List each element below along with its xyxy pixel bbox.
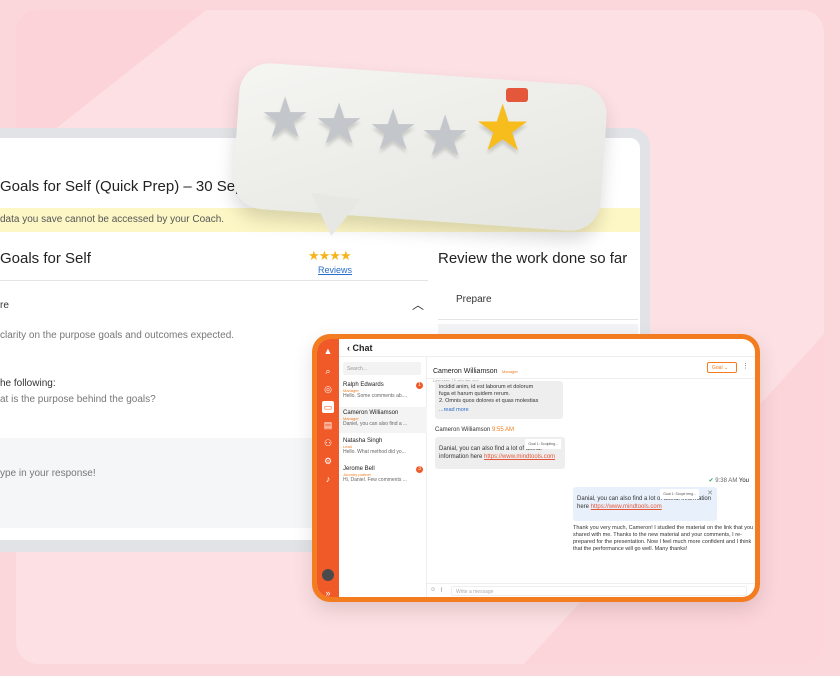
settings-icon[interactable]: ⚙ bbox=[322, 455, 334, 467]
divider bbox=[0, 280, 428, 281]
emoji-icon[interactable]: ☺ bbox=[430, 587, 436, 593]
contact-snippet: Hi, Daniel. Few comments ... bbox=[343, 477, 407, 483]
nav-rail: ▲ ⌕ ◎ ▭ ▤ ⚇ ⚙ ♪ » bbox=[317, 339, 339, 597]
star-icon: ★ bbox=[314, 92, 365, 155]
expand-icon[interactable]: » bbox=[322, 587, 334, 597]
gold-star-icon: ★ bbox=[474, 92, 532, 164]
unread-badge: 3 bbox=[416, 466, 423, 473]
reviews-link[interactable]: Reviews bbox=[318, 265, 352, 275]
conversation-role: Manager bbox=[502, 369, 518, 374]
list-item[interactable]: Jerome Bell Journey partner Hi, Daniel. … bbox=[339, 463, 427, 489]
message-sender: Cameron Williamson 9:55 AM bbox=[435, 427, 514, 433]
quote-tag[interactable]: Goal 1: Sculpting... bbox=[525, 439, 561, 449]
prepare-heading[interactable]: re bbox=[0, 300, 9, 311]
unread-badge: 1 bbox=[416, 382, 423, 389]
list-item[interactable]: Ralph Edwards Manager Hello. Some commen… bbox=[339, 379, 427, 405]
contact-list: Search... Ralph Edwards Manager Hello. S… bbox=[339, 357, 427, 597]
chevron-down-icon: ⌄ bbox=[723, 365, 729, 371]
contact-snippet: Hello. What method did yo... bbox=[343, 449, 406, 455]
sender-name: Cameron Williamson bbox=[435, 427, 491, 433]
star-icon: ★ bbox=[420, 104, 471, 167]
response-placeholder[interactable]: ype in your response! bbox=[0, 468, 96, 479]
review-item-prepare[interactable]: Prepare bbox=[438, 276, 638, 320]
chat-screen: ▲ ⌕ ◎ ▭ ▤ ⚇ ⚙ ♪ » ‹ Chat Search... Ralph… bbox=[317, 339, 755, 597]
contact-snippet: Daniel, you can also find a ... bbox=[343, 421, 408, 427]
search-icon[interactable]: ⌕ bbox=[322, 365, 334, 377]
close-icon[interactable]: ✕ bbox=[707, 490, 713, 498]
conversation-panel: Cameron Williamson Manager Last seen 15 … bbox=[427, 357, 755, 597]
conversation-header: Cameron Williamson Manager Last seen 15 … bbox=[427, 357, 755, 383]
users-icon[interactable]: ⚇ bbox=[322, 437, 334, 449]
own-message-meta: ✔ 9:38 AM You bbox=[709, 477, 749, 484]
message-line: fuga et harum quidem rerum. bbox=[439, 391, 510, 397]
notebook-icon[interactable]: ▤ bbox=[322, 419, 334, 431]
avatar[interactable] bbox=[322, 569, 334, 581]
goal-dropdown[interactable]: Goal ⌄ bbox=[707, 362, 737, 373]
chat-icon[interactable]: ▭ bbox=[322, 401, 334, 413]
search-input[interactable]: Search... bbox=[343, 362, 421, 375]
reply-quote: Goal 1: Scope leng... ✕ Danial, you can … bbox=[573, 487, 717, 521]
message-time: 9:55 AM bbox=[492, 427, 515, 433]
message-link[interactable]: https://www.mindtools.com bbox=[484, 454, 555, 460]
read-more-link[interactable]: ...read more bbox=[439, 407, 559, 414]
bell-icon[interactable]: ♪ bbox=[322, 473, 334, 485]
rating-stars: ★★★★ bbox=[308, 248, 352, 263]
back-icon[interactable]: ‹ bbox=[347, 343, 350, 353]
message-line: incidid anim, id est laborum et dolorum bbox=[439, 384, 534, 390]
clarity-text: clarity on the purpose goals and outcome… bbox=[0, 330, 235, 341]
chat-header: ‹ Chat bbox=[339, 339, 755, 357]
section-title: Goals for Self bbox=[0, 250, 91, 267]
conversation-name: Cameron Williamson bbox=[433, 368, 498, 375]
more-icon[interactable]: ⋮ bbox=[742, 362, 749, 370]
chat-title: Chat bbox=[352, 343, 373, 353]
attach-icon[interactable]: ⌇ bbox=[440, 587, 443, 594]
you-label: You bbox=[738, 478, 749, 484]
purpose-question: at is the purpose behind the goals? bbox=[0, 394, 156, 405]
star-icon: ★ bbox=[260, 86, 311, 149]
star-icon: ★ bbox=[368, 98, 419, 161]
own-message-text: Thank you very much, Cameron! I studied … bbox=[573, 525, 754, 552]
contact-snippet: Hello. Some comments ab.... bbox=[343, 393, 408, 399]
compass-icon[interactable]: ◎ bbox=[322, 383, 334, 395]
double-check-icon: ✔ bbox=[708, 478, 714, 484]
chat-tablet: ▲ ⌕ ◎ ▭ ▤ ⚇ ⚙ ♪ » ‹ Chat Search... Ralph… bbox=[312, 334, 760, 602]
message-time: 9:38 AM bbox=[715, 478, 738, 484]
list-item[interactable]: Natasha Singh Lead Hello. What method di… bbox=[339, 435, 427, 461]
quote-tag[interactable]: Goal 1: Scope leng... bbox=[660, 489, 699, 499]
review-title: Review the work done so far bbox=[438, 250, 628, 267]
message-composer: ☺ ⌇ Write a message bbox=[427, 583, 755, 597]
following-label: he following: bbox=[0, 378, 56, 389]
goal-dropdown-label: Goal bbox=[712, 365, 723, 371]
chevron-up-icon[interactable]: ︿ bbox=[412, 296, 424, 313]
message-line: 2. Omnis quos dolores et quas molestias bbox=[439, 398, 539, 404]
message-bubble: incidid anim, id est laborum et dolorum … bbox=[435, 381, 563, 419]
bubble-tail bbox=[305, 192, 361, 240]
logo-icon[interactable]: ▲ bbox=[322, 345, 334, 357]
message-bubble: Goal 1: Sculpting... Danial, you can als… bbox=[435, 437, 565, 469]
quote-link[interactable]: https://www.mindtools.com bbox=[591, 504, 662, 510]
message-input[interactable]: Write a message bbox=[451, 586, 747, 596]
list-item[interactable]: Cameron Williamson Manager Daniel, you c… bbox=[339, 407, 427, 433]
